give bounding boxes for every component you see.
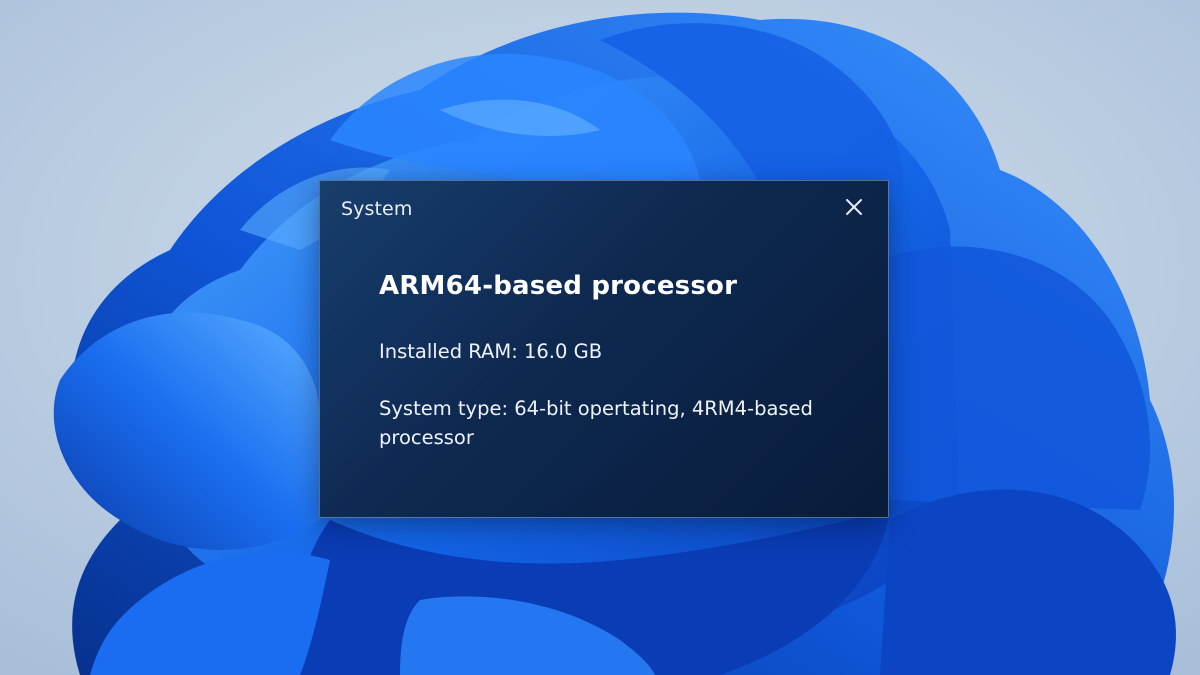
system-dialog: System ARM64-based processor Installed R… — [319, 180, 889, 518]
close-icon — [846, 199, 862, 215]
system-type-text: System type: 64-bit opertating, 4RM4-bas… — [379, 397, 813, 449]
processor-heading: ARM64-based processor — [379, 271, 738, 301]
installed-ram-text: Installed RAM: 16.0 GB — [379, 340, 603, 363]
close-button[interactable] — [840, 193, 868, 221]
desktop: System ARM64-based processor Installed R… — [0, 0, 1200, 675]
dialog-title: System — [341, 198, 413, 220]
